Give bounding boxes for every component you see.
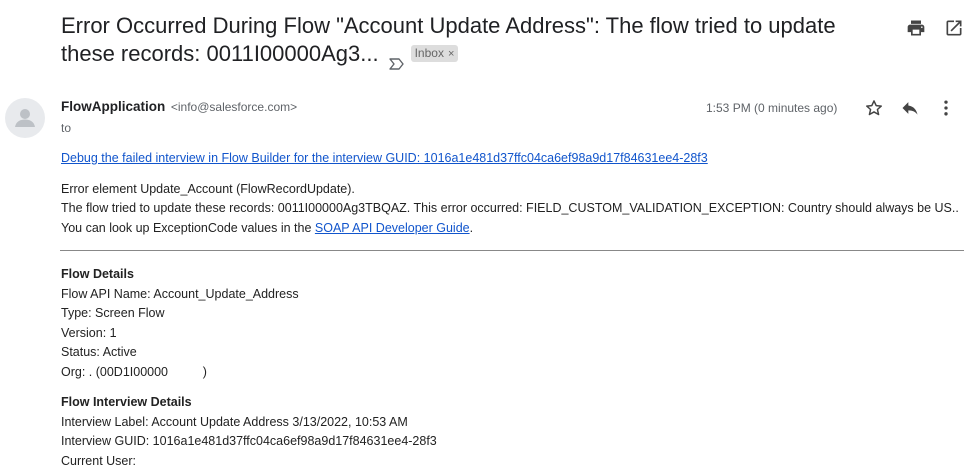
open-in-new-window-icon[interactable] [944,18,964,38]
flow-detail-api-name: Flow API Name: Account_Update_Address [61,286,299,301]
flow-detail-type: Type: Screen Flow [61,306,165,320]
flow-detail-version: Version: 1 [61,325,117,340]
important-marker-icon[interactable] [388,49,405,70]
sender-avatar[interactable] [5,98,45,138]
flow-detail-org: Org: . (00D1I00000 ) [61,364,207,379]
sender-email: <info@salesforce.com> [170,100,298,114]
remove-label-button[interactable]: × [448,48,454,60]
flow-detail-status: Status: Active [61,345,137,359]
sender-name[interactable]: FlowApplication [61,99,165,114]
inbox-label: Inbox × [410,44,459,62]
error-text: The flow tried to update these records: … [61,201,959,235]
sender-info: FlowApplication <info@salesforce.com> [61,99,297,114]
error-text-end: . [469,220,474,235]
reply-icon[interactable] [900,98,920,118]
interview-detail-label: Interview Label: Account Update Address … [61,414,408,429]
divider [60,250,964,251]
interview-detail-guid: Interview GUID: 1016a1e481d37ffc04ca6ef9… [61,434,437,448]
star-icon[interactable] [864,98,884,118]
print-icon[interactable] [906,18,926,38]
thread-toolbar [906,18,964,38]
soap-api-guide-link[interactable]: SOAP API Developer Guide [315,221,470,235]
message-actions [864,98,956,118]
more-vert-icon[interactable] [936,98,956,118]
interview-details-heading: Flow Interview Details [61,395,192,409]
debug-interview-link[interactable]: Debug the failed interview in Flow Build… [61,151,708,165]
flow-details-heading: Flow Details [61,267,134,281]
subject-line: Error Occurred During Flow "Account Upda… [61,12,861,70]
inbox-label-text: Inbox [414,45,444,60]
person-icon [15,109,35,127]
email-body: Debug the failed interview in Flow Build… [60,149,964,471]
email-timestamp: 1:53 PM (0 minutes ago) [706,101,838,115]
error-description: The flow tried to update these records: … [61,199,961,238]
interview-detail-current-user: Current User: [61,453,137,468]
error-element-text: Error element Update_Account (FlowRecord… [61,181,355,196]
recipients-toggle[interactable]: to [61,121,71,135]
